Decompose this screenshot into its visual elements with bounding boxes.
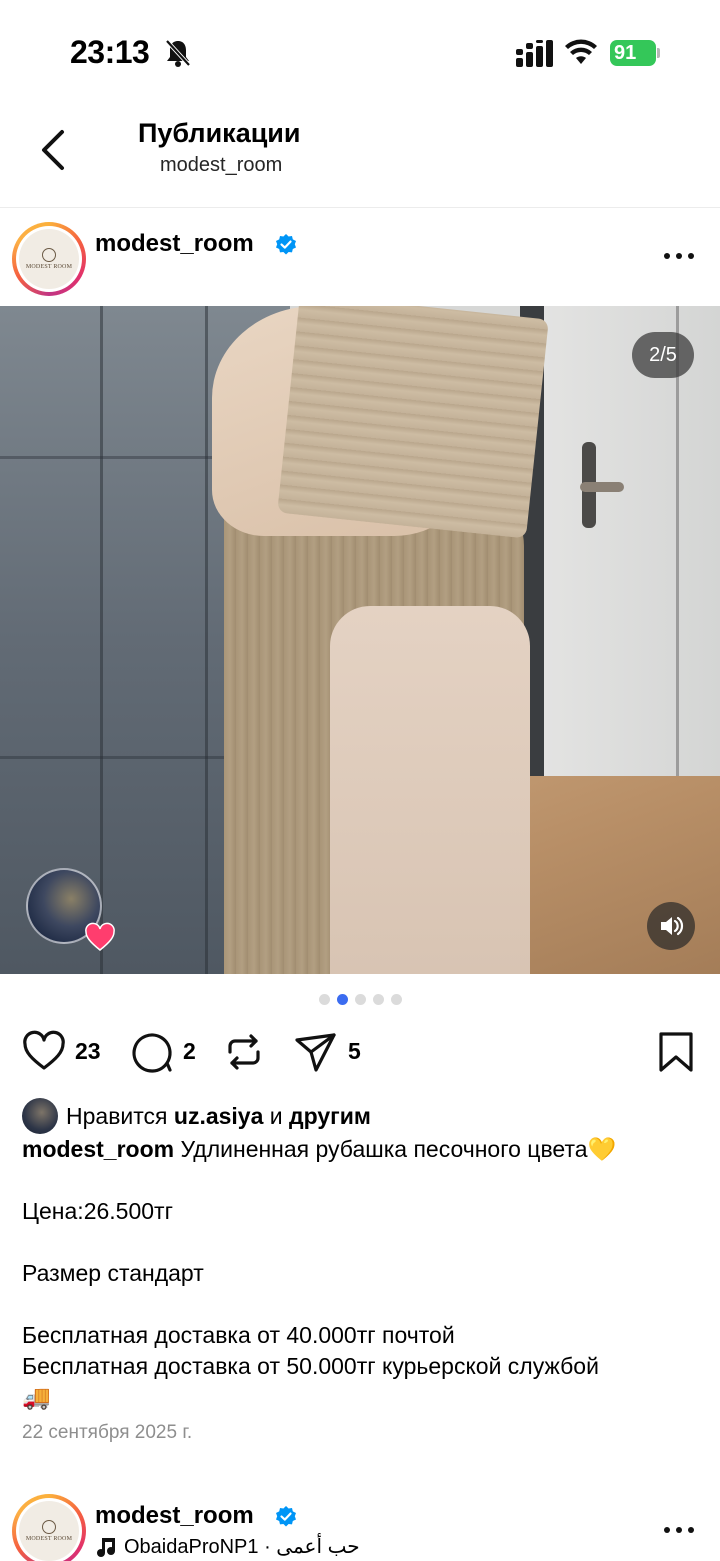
wifi-icon — [565, 39, 597, 64]
carousel-dot — [390, 994, 402, 1005]
post-caption: modest_room Удлиненная рубашка песочного… — [22, 1134, 702, 1413]
signal-icon — [516, 40, 553, 67]
caption-price: Цена:26.500тг — [22, 1198, 173, 1224]
carousel-dot — [354, 994, 366, 1005]
liked-by-row[interactable]: Нравится uz.asiya и другим — [22, 1096, 371, 1136]
comment-icon[interactable] — [130, 1030, 174, 1074]
page-title: Публикации — [138, 118, 301, 148]
brand-logo-icon — [42, 1520, 56, 1534]
post-media-carousel[interactable]: 2/5 — [0, 306, 720, 974]
liker-username[interactable]: uz.asiya — [174, 1103, 264, 1129]
more-options-icon[interactable] — [662, 1518, 696, 1542]
sound-toggle-button[interactable] — [647, 902, 695, 950]
post-date: 22 сентября 2025 г. — [22, 1422, 193, 1443]
battery-level: 91 — [614, 42, 637, 64]
post-username[interactable]: modest_room — [95, 230, 254, 258]
carousel-dot-active — [336, 994, 348, 1005]
story-ring-avatar[interactable]: MODEST ROOM — [12, 222, 86, 296]
liker-avatar — [22, 1098, 58, 1134]
verified-badge-icon — [276, 1506, 296, 1527]
top-nav-header: Публикации modest_room — [0, 100, 720, 208]
back-chevron-icon[interactable] — [34, 126, 74, 174]
avatar-brand-text: MODEST ROOM — [25, 1536, 73, 1542]
post-actions-bar: 23 2 5 — [0, 1024, 720, 1080]
caption-username[interactable]: modest_room — [22, 1136, 174, 1162]
share-send-icon[interactable] — [294, 1030, 338, 1074]
music-attribution[interactable]: ObaidaProNP1 · حب أعمى — [96, 1534, 360, 1559]
carousel-dot — [318, 994, 330, 1005]
status-bar: 23:13 91 — [0, 0, 720, 100]
next-post-header: MODEST ROOM modest_room ObaidaProNP1 · ح… — [0, 1480, 720, 1561]
brand-logo-icon — [42, 248, 56, 262]
photo-sleeve — [277, 306, 549, 539]
media-counter-badge: 2/5 — [632, 332, 694, 378]
caption-line-1: Удлиненная рубашка песочного цвета💛 — [180, 1136, 617, 1162]
caption-delivery-post: Бесплатная доставка от 40.000тг почтой — [22, 1322, 455, 1348]
shares-count[interactable]: 5 — [348, 1038, 361, 1065]
caption-truck-emoji: 🚚 — [22, 1384, 51, 1410]
caption-delivery-courier: Бесплатная доставка от 50.000тг курьерск… — [22, 1353, 599, 1379]
bell-slash-icon — [165, 39, 191, 67]
photo-inner-dress — [330, 606, 530, 974]
likes-count[interactable]: 23 — [75, 1038, 101, 1065]
liked-by-text: Нравится uz.asiya и другим — [66, 1102, 371, 1129]
status-time: 23:13 — [70, 34, 150, 70]
liked-by-others[interactable]: другим — [289, 1103, 371, 1129]
carousel-indicator — [0, 994, 720, 1010]
next-post-username[interactable]: modest_room — [95, 1502, 254, 1530]
speaker-icon — [661, 916, 684, 936]
more-options-icon[interactable] — [662, 244, 696, 268]
carousel-dot — [372, 994, 384, 1005]
bookmark-icon[interactable] — [654, 1030, 698, 1074]
avatar: MODEST ROOM — [19, 1501, 79, 1561]
music-note-icon — [97, 1537, 115, 1557]
heart-badge-icon — [85, 922, 115, 951]
repost-icon[interactable] — [222, 1030, 266, 1074]
story-ring-avatar[interactable]: MODEST ROOM — [12, 1494, 86, 1561]
post-header: MODEST ROOM modest_room — [0, 208, 720, 306]
caption-size: Размер стандарт — [22, 1260, 204, 1286]
page-subtitle: modest_room — [160, 154, 283, 176]
avatar-brand-text: MODEST ROOM — [25, 264, 73, 270]
battery-charging-icon: 91 — [610, 40, 660, 66]
heart-icon[interactable] — [22, 1030, 66, 1074]
comments-count[interactable]: 2 — [183, 1038, 196, 1065]
music-track-label: ObaidaProNP1 · حب أعمى — [124, 1536, 360, 1558]
avatar: MODEST ROOM — [19, 229, 79, 289]
verified-badge-icon — [276, 234, 296, 255]
